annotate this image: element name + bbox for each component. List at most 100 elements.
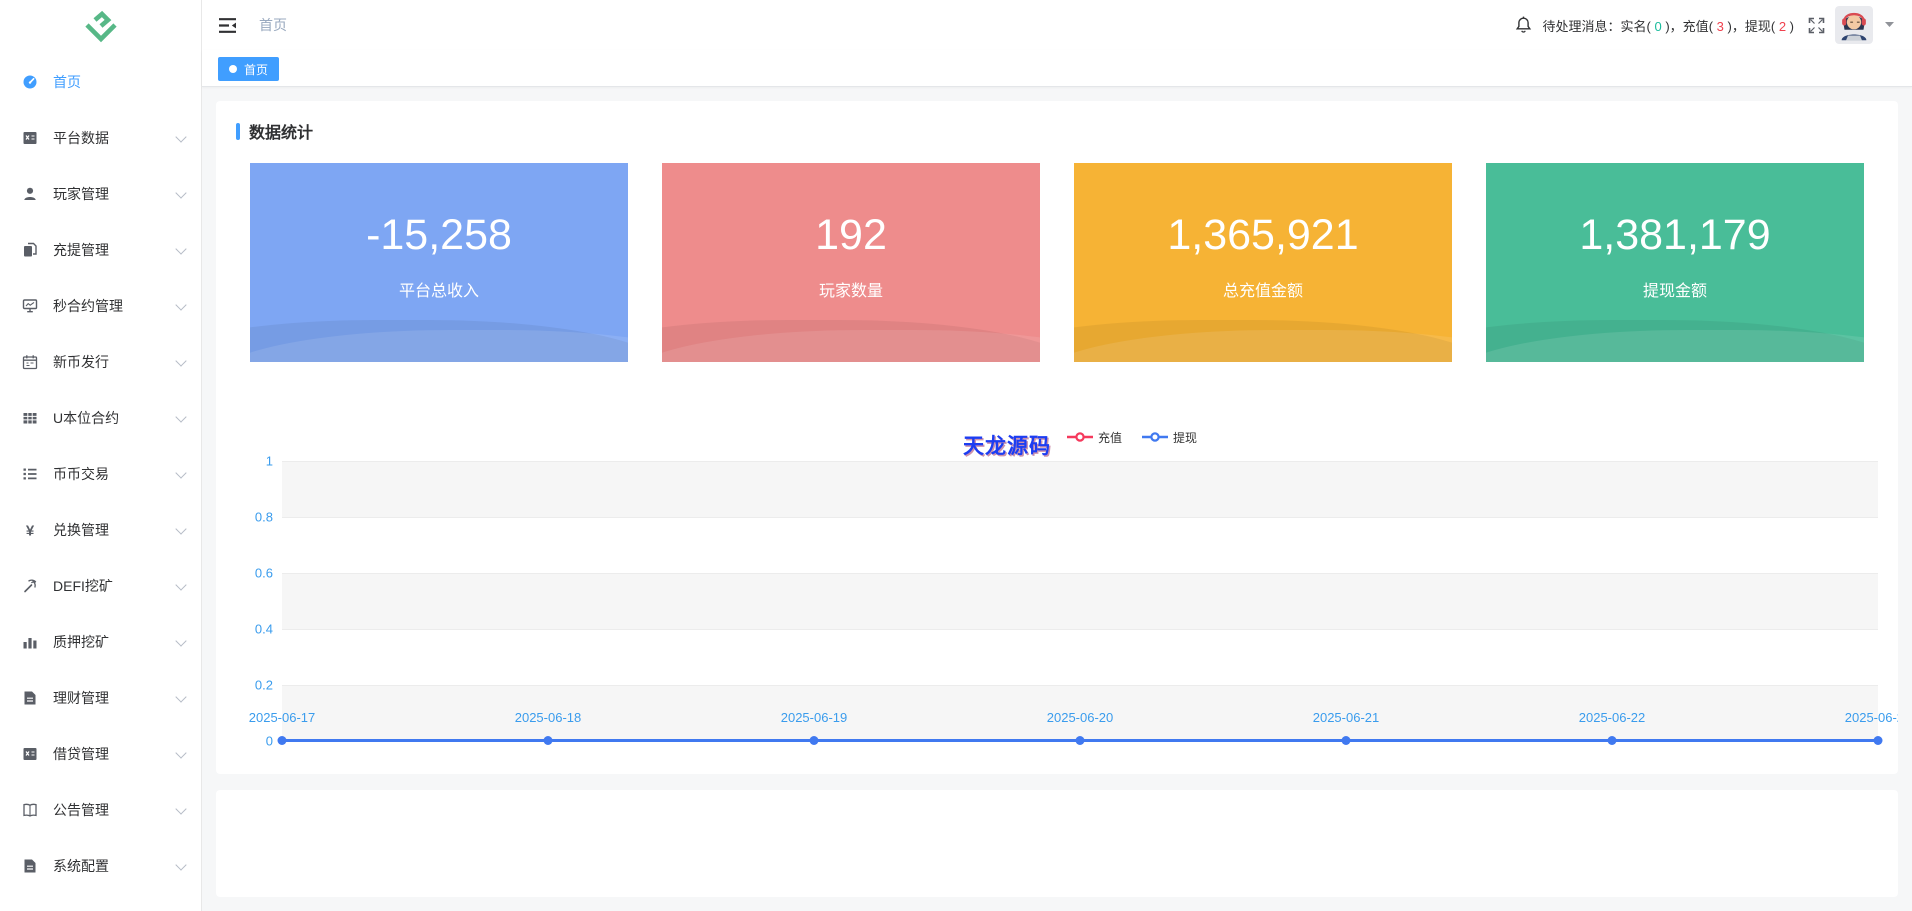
legend-item-0[interactable]: 充值: [1066, 429, 1122, 446]
stat-card-label: 提现金额: [1642, 283, 1707, 300]
line-chart: 天龙源码 充值 提现 1 0.8 0.6 0.4 0.2 0 2025-06-17 2025-…: [249, 424, 1898, 749]
x-axis-label: 2025-06-20: [1046, 710, 1114, 725]
y-axis-label: 0: [265, 733, 273, 749]
sidebar-item-user-2[interactable]: 玩家管理: [0, 166, 201, 222]
sidebar-item-doc-14[interactable]: 系统配置: [0, 838, 201, 894]
sidebar-item-label: 兑换管理: [53, 522, 109, 538]
sidebar-item-label: DEFI挖矿: [53, 578, 113, 594]
chevron-down-icon: [175, 746, 187, 759]
sidebar-item-doc-11[interactable]: 理财管理: [0, 670, 201, 726]
stat-card-label: 平台总收入: [398, 283, 479, 300]
chevron-down-icon: [175, 578, 187, 591]
calendar-icon: [22, 354, 40, 370]
data-point[interactable]: [1075, 736, 1085, 745]
svg-text:¥: ¥: [26, 523, 35, 539]
chart-plot: 1 0.8 0.6 0.4 0.2 0: [255, 454, 1883, 749]
sidebar-item-label: 质押挖矿: [53, 634, 109, 650]
data-point[interactable]: [1341, 736, 1351, 745]
legend-marker: [1142, 432, 1168, 442]
sidebar-item-board-4[interactable]: 秒合约管理: [0, 278, 201, 334]
x-axis-label: 2025-06-21: [1312, 710, 1380, 725]
tab-home[interactable]: 首页: [218, 57, 280, 81]
stat-card-label: 玩家数量: [818, 283, 883, 300]
collapse-sidebar-icon[interactable]: [218, 17, 237, 34]
section-title-text: 数据统计: [249, 125, 314, 142]
chevron-down-icon: [175, 858, 187, 871]
breadcrumb[interactable]: 首页: [259, 15, 287, 35]
sheet-icon: [22, 130, 40, 146]
data-point[interactable]: [1873, 736, 1883, 745]
sidebar-item-bars-10[interactable]: 质押挖矿: [0, 614, 201, 670]
sidebar-item-label: 秒合约管理: [53, 298, 123, 314]
stat-card-value: 1,365,921: [1167, 211, 1359, 259]
sidebar-item-label: 充提管理: [53, 242, 109, 258]
grid-band: [282, 517, 1878, 573]
main-area: 首页 待处理消息：实名( 0 )，充值( 3 )，提现( 2 ) 首页 数据统计…: [202, 0, 1912, 911]
sidebar-item-label: 系统配置: [53, 858, 109, 874]
sidebar-item-dashboard-0[interactable]: 首页: [0, 54, 201, 110]
chevron-down-icon: [175, 186, 187, 199]
sidebar: 首页平台数据玩家管理充提管理秒合约管理新币发行 U本位合约币币交易 ¥ 兑换管理 DEF…: [0, 0, 202, 911]
tabbar: 首页: [202, 50, 1912, 87]
chevron-down-icon: [175, 354, 187, 367]
board-icon: [22, 298, 40, 314]
data-point[interactable]: [543, 736, 553, 745]
pending-messages: 待处理消息：实名( 0 )，充值( 3 )，提现( 2 ): [1542, 18, 1794, 34]
pending-count-提现: 2: [1778, 18, 1787, 34]
sidebar-item-copydocs-3[interactable]: 充提管理: [0, 222, 201, 278]
yen-icon: ¥: [22, 522, 40, 539]
grid-band: [282, 461, 1878, 517]
sidebar-item-grid-6[interactable]: U本位合约: [0, 390, 201, 446]
sidebar-item-label: U本位合约: [53, 410, 120, 426]
sidebar-item-yen-8[interactable]: ¥ 兑换管理: [0, 502, 201, 558]
avatar[interactable]: [1835, 6, 1873, 44]
y-axis-label: 0.6: [254, 565, 273, 581]
stat-card-value: 1,381,179: [1579, 211, 1771, 259]
section-title-bar: [236, 122, 240, 140]
tab-label: 首页: [244, 62, 269, 77]
sidebar-item-label: 首页: [53, 74, 81, 90]
chevron-down-icon: [175, 298, 187, 311]
bell-icon[interactable]: [1515, 16, 1532, 34]
mining-icon: [22, 578, 40, 594]
bars-icon: [22, 634, 40, 650]
sidebar-item-label: 玩家管理: [53, 186, 109, 202]
chevron-down-icon: [175, 522, 187, 535]
chevron-down-icon: [175, 466, 187, 479]
stat-card-2: 1,365,921 总充值金额: [1074, 163, 1452, 362]
data-point[interactable]: [809, 736, 819, 745]
sidebar-menu: 首页平台数据玩家管理充提管理秒合约管理新币发行 U本位合约币币交易 ¥ 兑换管理 DEF…: [0, 54, 201, 894]
sidebar-item-list-7[interactable]: 币币交易: [0, 446, 201, 502]
data-point[interactable]: [277, 736, 287, 745]
sidebar-item-calendar-5[interactable]: 新币发行: [0, 334, 201, 390]
pending-count-实名: 0: [1654, 18, 1662, 34]
sidebar-item-sheet-1[interactable]: 平台数据: [0, 110, 201, 166]
data-point[interactable]: [1607, 736, 1617, 745]
x-axis-label: 2025-06-23: [1844, 710, 1898, 725]
chevron-down-icon: [175, 634, 187, 647]
empty-panel: [216, 790, 1898, 897]
section-title: 数据统计: [236, 119, 1878, 143]
fullscreen-icon[interactable]: [1808, 17, 1825, 34]
caret-down-icon[interactable]: [1885, 22, 1894, 28]
y-axis-label: 0.2: [254, 677, 273, 693]
app-logo[interactable]: [0, 0, 201, 54]
watermark: 天龙源码: [962, 435, 1051, 458]
stats-panel: 数据统计 -15,258 平台总收入 192 玩家数量 1,365,921 总充值金额 1,…: [216, 101, 1898, 774]
tab-active-dot: [229, 65, 237, 73]
chart-header: 天龙源码 充值 提现: [282, 424, 1878, 459]
grid-icon: [22, 410, 40, 426]
sidebar-item-label: 平台数据: [53, 130, 109, 146]
user-icon: [22, 186, 40, 202]
y-axis-label: 1: [265, 453, 273, 469]
sidebar-item-book-13[interactable]: 公告管理: [0, 782, 201, 838]
content: 数据统计 -15,258 平台总收入 192 玩家数量 1,365,921 总充值金额 1,…: [202, 87, 1912, 911]
x-axis-label: 2025-06-17: [248, 710, 316, 725]
chevron-down-icon: [175, 802, 187, 815]
chart-x-axis: 2025-06-17 2025-06-18 2025-06-19 2025-06-20…: [249, 710, 1898, 726]
legend-item-1[interactable]: 提现: [1142, 429, 1197, 446]
sidebar-item-sheet-12[interactable]: 借贷管理: [0, 726, 201, 782]
sidebar-item-mining-9[interactable]: DEFI挖矿: [0, 558, 201, 614]
sidebar-item-label: 理财管理: [53, 690, 109, 706]
stat-card-1: 192 玩家数量: [662, 163, 1040, 362]
